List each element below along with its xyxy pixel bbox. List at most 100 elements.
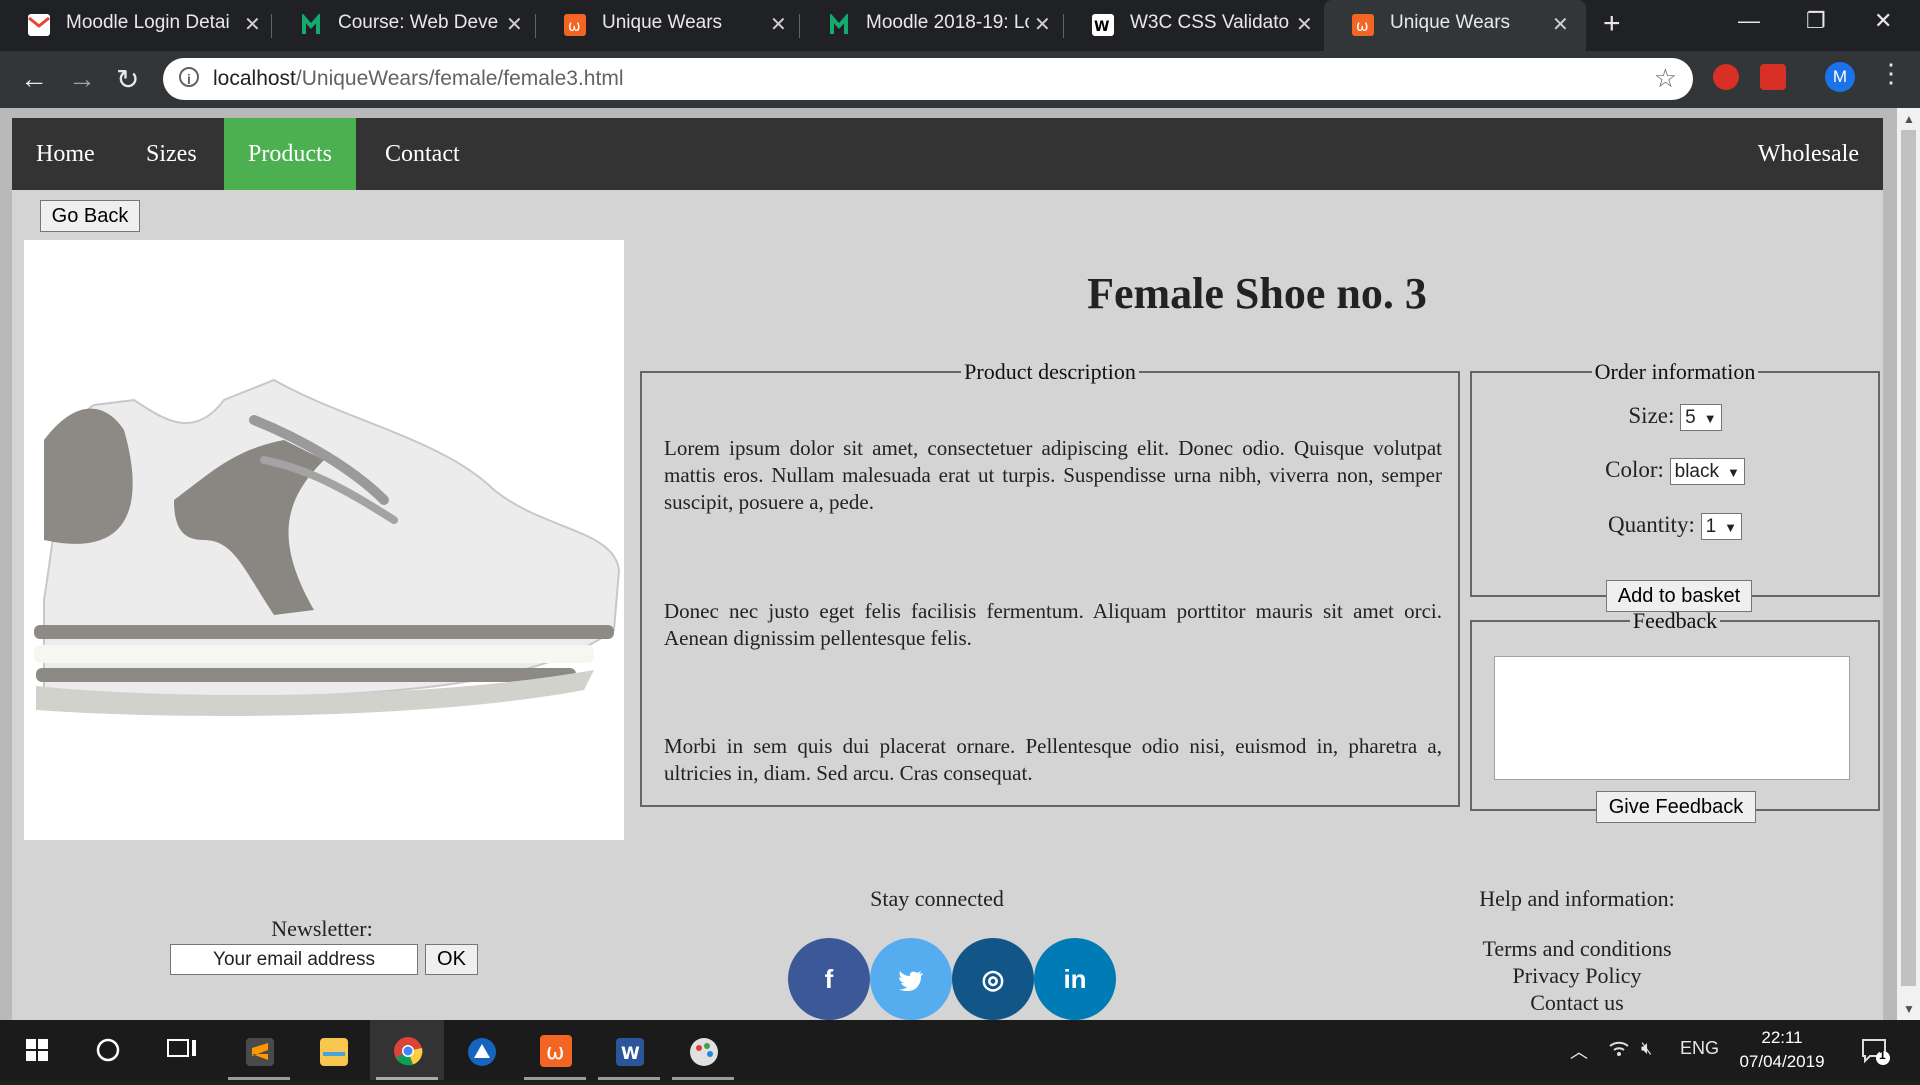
dropdown-arrow-icon: ▼ — [1724, 520, 1738, 536]
newsletter-ok-button[interactable]: OK — [425, 944, 478, 975]
svg-text:W: W — [621, 1044, 640, 1064]
nav-home[interactable]: Home — [12, 118, 119, 190]
browser-menu-icon[interactable]: ⋮ — [1878, 58, 1904, 89]
tab-title: Moodle Login Details — [66, 12, 231, 33]
order-information: Order information Size: 5 ▼ Color: black ▼… — [1470, 359, 1880, 612]
nav-contact[interactable]: Contact — [361, 118, 484, 190]
taskbar-word[interactable]: W — [592, 1020, 666, 1080]
taskbar-sublime-text[interactable] — [222, 1020, 296, 1080]
color-row: Color: black ▼ — [1472, 457, 1878, 486]
folder-icon — [320, 1038, 348, 1066]
linkedin-icon[interactable]: in — [1034, 938, 1116, 1020]
dropdown-arrow-icon: ▼ — [1727, 465, 1740, 481]
scroll-thumb[interactable] — [1901, 130, 1916, 986]
site-navbar: Home Sizes Products Contact Wholesale — [12, 118, 1883, 190]
back-arrow-icon[interactable]: ← — [20, 63, 48, 95]
svg-text:ω: ω — [1356, 17, 1369, 35]
wifi-icon[interactable] — [1608, 1038, 1630, 1063]
volume-muted-icon[interactable]: 🔇︎ — [1641, 1038, 1652, 1059]
nav-wholesale[interactable]: Wholesale — [1734, 118, 1883, 190]
browser-tab-2[interactable]: Course: Web Development ✕ — [272, 0, 534, 51]
scroll-down-icon[interactable]: ▼ — [1903, 1002, 1915, 1016]
feedback-textarea[interactable] — [1494, 656, 1850, 780]
minimize-icon[interactable]: — — [1738, 8, 1760, 34]
instagram-icon[interactable]: ◎ — [952, 938, 1034, 1020]
profile-avatar[interactable]: M — [1825, 62, 1855, 92]
svg-text:W: W — [1094, 19, 1109, 35]
page-scrollbar[interactable]: ▲ ▼ — [1897, 108, 1920, 1020]
xampp-icon: ω — [564, 14, 586, 36]
close-tab-icon[interactable]: ✕ — [770, 12, 787, 37]
size-value: 5 — [1685, 407, 1696, 429]
product-description-legend: Product description — [964, 359, 1136, 384]
svg-text:ω: ω — [546, 1040, 564, 1065]
forward-arrow-icon[interactable]: → — [68, 63, 96, 95]
twitter-icon[interactable] — [870, 938, 952, 1020]
taskbar-file-explorer[interactable] — [296, 1020, 370, 1080]
windows-logo-icon — [26, 1039, 48, 1061]
tab-title: W3C CSS Validator re — [1130, 12, 1290, 33]
adblock-extension-icon[interactable] — [1713, 64, 1739, 90]
start-button[interactable] — [0, 1020, 74, 1080]
language-indicator[interactable]: ENG — [1680, 1038, 1719, 1059]
facebook-icon[interactable]: f — [788, 938, 870, 1020]
restore-icon[interactable]: ❐ — [1806, 8, 1826, 34]
scroll-up-icon[interactable]: ▲ — [1903, 112, 1915, 126]
close-window-icon[interactable]: ✕ — [1874, 8, 1892, 34]
tab-title: Course: Web Development — [338, 12, 498, 33]
page-container: Home Sizes Products Contact Wholesale Go… — [12, 118, 1883, 1020]
color-label: Color: — [1605, 457, 1664, 482]
taskbar-xampp[interactable]: ω — [518, 1020, 592, 1080]
browser-tab-3[interactable]: ω Unique Wears ✕ — [536, 0, 798, 51]
terms-link[interactable]: Terms and conditions — [1412, 936, 1742, 962]
privacy-policy-link[interactable]: Privacy Policy — [1412, 963, 1742, 989]
stay-connected-label: Stay connected — [870, 886, 1004, 911]
close-tab-icon[interactable]: ✕ — [244, 12, 261, 37]
taskbar-paint[interactable] — [666, 1020, 740, 1080]
action-center-icon[interactable]: 1 — [1860, 1036, 1890, 1071]
feedback-legend: Feedback — [1632, 608, 1718, 633]
reload-icon[interactable]: ↻ — [116, 63, 139, 96]
browser-tab-5[interactable]: W W3C CSS Validator re ✕ — [1064, 0, 1326, 51]
bookmark-star-icon[interactable]: ☆ — [1654, 63, 1677, 94]
taskbar-chrome[interactable] — [370, 1020, 444, 1080]
gmail-icon — [28, 14, 50, 36]
show-hidden-icons[interactable]: ︿ — [1570, 1038, 1588, 1064]
newsletter-email-input[interactable]: Your email address — [170, 944, 418, 975]
tab-title: Moodle 2018-19: Log in — [866, 12, 1029, 33]
nav-products[interactable]: Products — [224, 118, 356, 190]
new-tab-button[interactable]: + — [1603, 7, 1621, 41]
address-bar[interactable]: i localhost/UniqueWears/female/female3.h… — [163, 58, 1693, 100]
size-select[interactable]: 5 ▼ — [1680, 404, 1722, 432]
paint-palette-icon — [690, 1038, 718, 1066]
newsletter-label: Newsletter: — [271, 916, 373, 941]
task-view-button[interactable] — [148, 1020, 222, 1080]
browser-tab-6-active[interactable]: ω Unique Wears ✕ — [1324, 0, 1586, 51]
close-tab-icon[interactable]: ✕ — [1296, 12, 1313, 37]
nav-sizes[interactable]: Sizes — [122, 118, 221, 190]
task-view-icon — [167, 1039, 196, 1057]
quantity-label: Quantity: — [1607, 512, 1695, 537]
give-feedback-button[interactable]: Give Feedback — [1596, 791, 1756, 823]
quantity-select[interactable]: 1 ▼ — [1700, 513, 1743, 541]
site-info-icon[interactable]: i — [179, 67, 199, 87]
color-value: black — [1674, 461, 1719, 483]
clock-date: 07/04/2019 — [1739, 1052, 1825, 1071]
taskbar-remote-app[interactable] — [444, 1020, 518, 1080]
color-select[interactable]: black ▼ — [1669, 458, 1745, 486]
moodle-icon — [828, 12, 850, 36]
tab-title: Unique Wears — [602, 12, 723, 33]
dislike-extension-icon[interactable] — [1760, 64, 1786, 90]
url-text: localhost/UniqueWears/female/female3.htm… — [213, 67, 623, 91]
browser-tab-4[interactable]: Moodle 2018-19: Log in ✕ — [800, 0, 1062, 51]
close-tab-icon[interactable]: ✕ — [1552, 12, 1569, 37]
system-clock[interactable]: 22:11 07/04/2019 — [1716, 1026, 1848, 1074]
w3c-icon: W — [1092, 14, 1114, 36]
contact-us-link[interactable]: Contact us — [1412, 990, 1742, 1016]
search-button[interactable] — [74, 1020, 148, 1080]
close-tab-icon[interactable]: ✕ — [506, 12, 523, 37]
go-back-button[interactable]: Go Back — [40, 200, 140, 232]
close-tab-icon[interactable]: ✕ — [1034, 12, 1051, 37]
windows-taskbar: ω W ︿ 🔇︎ ENG 22:11 07/04/2019 1 — [0, 1020, 1920, 1080]
browser-tab-1[interactable]: Moodle Login Details ✕ — [0, 0, 270, 51]
